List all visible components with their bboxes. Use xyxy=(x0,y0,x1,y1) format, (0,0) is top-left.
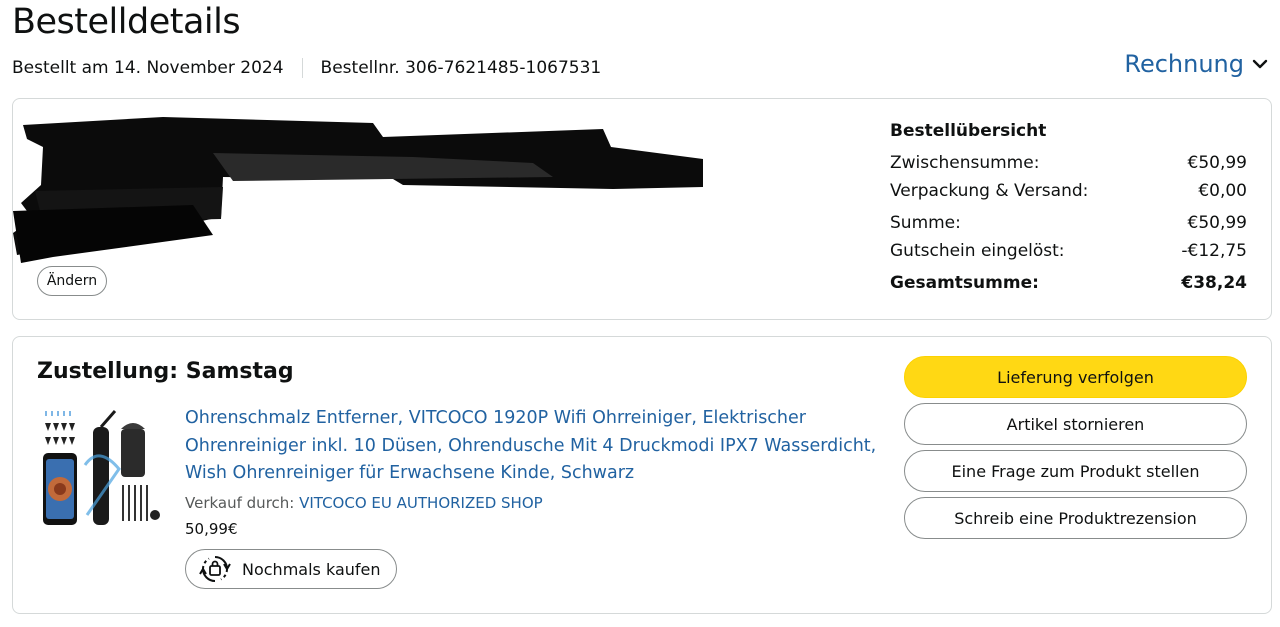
summary-row: Gutschein eingelöst: -€12,75 xyxy=(890,237,1247,265)
summary-value: -€12,75 xyxy=(1181,241,1247,261)
buy-again-button[interactable]: Nochmals kaufen xyxy=(185,549,397,589)
cancel-item-button[interactable]: Artikel stornieren xyxy=(904,403,1247,445)
redacted-address xyxy=(13,117,703,263)
change-address-button[interactable]: Ändern xyxy=(37,266,107,296)
chevron-down-icon xyxy=(1252,59,1268,69)
order-meta: Bestellt am 14. November 2024 Bestellnr.… xyxy=(12,58,601,78)
summary-label: Gutschein eingelöst: xyxy=(890,241,1065,261)
divider xyxy=(301,58,303,78)
seller-link[interactable]: VITCOCO EU AUTHORIZED SHOP xyxy=(299,494,543,512)
order-date: Bestellt am 14. November 2024 xyxy=(12,58,284,78)
order-info-card: Ändern Bestellübersicht Zwischensumme: €… xyxy=(12,98,1272,320)
product-title-link[interactable]: Ohrenschmalz Entferner, VITCOCO 1920P Wi… xyxy=(185,405,885,488)
track-package-button[interactable]: Lieferung verfolgen xyxy=(904,356,1247,398)
invoice-label: Rechnung xyxy=(1124,50,1244,78)
order-number: Bestellnr. 306-7621485-1067531 xyxy=(320,58,602,78)
ask-product-question-button[interactable]: Eine Frage zum Produkt stellen xyxy=(904,450,1247,492)
buy-again-label: Nochmals kaufen xyxy=(242,559,381,579)
total-label: Gesamtsumme: xyxy=(890,273,1039,293)
delivery-status: Zustellung: Samstag xyxy=(37,359,294,384)
seller-prefix: Verkauf durch: xyxy=(185,493,300,512)
product-info: Ohrenschmalz Entferner, VITCOCO 1920P Wi… xyxy=(185,405,885,538)
invoice-dropdown[interactable]: Rechnung xyxy=(1124,50,1268,78)
summary-label: Summe: xyxy=(890,213,961,233)
summary-title: Bestellübersicht xyxy=(890,121,1047,141)
shipment-actions: Lieferung verfolgen Artikel stornieren E… xyxy=(904,356,1247,544)
product-price: 50,99€ xyxy=(185,519,238,538)
summary-value: €50,99 xyxy=(1187,153,1247,173)
buy-again-icon xyxy=(199,556,231,582)
summary-value: €50,99 xyxy=(1187,213,1247,233)
product-image[interactable] xyxy=(39,405,163,529)
summary-row: Summe: €50,99 xyxy=(890,209,1247,237)
write-review-button[interactable]: Schreib eine Produktrezension xyxy=(904,497,1247,539)
summary-label: Verpackung & Versand: xyxy=(890,181,1089,201)
summary-row: Zwischensumme: €50,99 xyxy=(890,149,1247,177)
page-title: Bestelldetails xyxy=(12,2,241,42)
summary-label: Zwischensumme: xyxy=(890,153,1040,173)
summary-value: €0,00 xyxy=(1198,181,1247,201)
seller-line: Verkauf durch: VITCOCO EU AUTHORIZED SHO… xyxy=(185,494,885,512)
order-summary: Bestellübersicht Zwischensumme: €50,99 V… xyxy=(890,121,1247,297)
summary-row: Verpackung & Versand: €0,00 xyxy=(890,177,1247,205)
shipment-card: Zustellung: Samstag Ohrenschmalz Entfern… xyxy=(12,336,1272,614)
total-value: €38,24 xyxy=(1181,273,1247,293)
summary-total-row: Gesamtsumme: €38,24 xyxy=(890,269,1247,297)
